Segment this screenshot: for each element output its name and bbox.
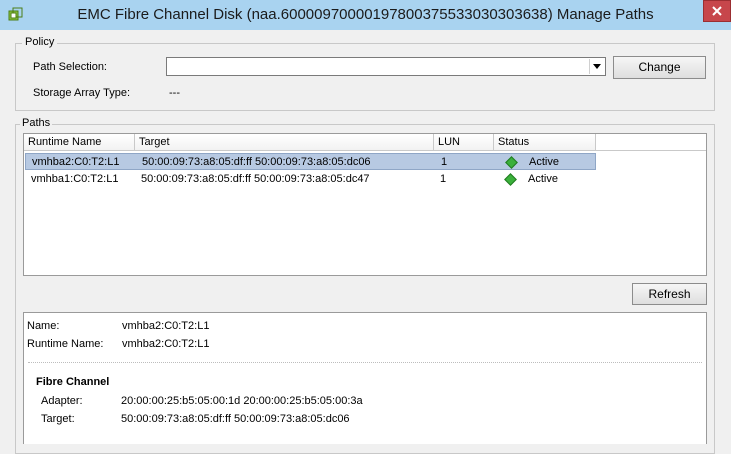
row-runtime-name: vmhba1:C0:T2:L1	[31, 173, 119, 185]
row-target: 50:00:09:73:a8:05:df:ff 50:00:09:73:a8:0…	[141, 173, 370, 185]
adapter-value: 20:00:00:25:b5:05:00:1d 20:00:00:25:b5:0…	[121, 395, 363, 407]
storage-array-type-label: Storage Array Type:	[33, 87, 131, 99]
title-bar: EMC Fibre Channel Disk (naa.600009700001…	[0, 0, 731, 30]
dropdown-arrow-icon[interactable]	[589, 59, 604, 74]
column-header-status[interactable]: Status	[494, 134, 596, 150]
row-status: Active	[528, 173, 558, 185]
close-icon[interactable]	[703, 0, 731, 22]
column-header-runtime-name[interactable]: Runtime Name	[24, 134, 135, 150]
target-label: Target:	[41, 413, 75, 425]
storage-array-type-value: ---	[169, 87, 180, 99]
path-selection-dropdown[interactable]	[166, 57, 606, 76]
fibre-channel-heading: Fibre Channel	[36, 376, 110, 388]
name-label: Name:	[27, 320, 60, 332]
target-value: 50:00:09:73:a8:05:df:ff 50:00:09:73:a8:0…	[121, 413, 350, 425]
path-selection-label: Path Selection:	[33, 61, 107, 73]
table-row[interactable]: vmhba2:C0:T2:L1 50:00:09:73:a8:05:df:ff …	[25, 153, 596, 170]
row-lun: 1	[441, 156, 448, 168]
row-status: Active	[529, 156, 559, 168]
row-runtime-name: vmhba2:C0:T2:L1	[32, 156, 120, 168]
path-details-panel: Name: vmhba2:C0:T2:L1 Runtime Name: vmhb…	[23, 312, 707, 444]
window-title: EMC Fibre Channel Disk (naa.600009700001…	[77, 6, 654, 23]
active-status-icon	[505, 156, 518, 169]
runtime-name-label: Runtime Name:	[27, 338, 104, 350]
policy-group	[15, 43, 715, 111]
paths-table[interactable]: Runtime Name Target LUN Status vmhba2:C0…	[23, 133, 707, 276]
row-lun: 1	[440, 173, 447, 185]
policy-group-label: Policy	[22, 36, 58, 48]
runtime-name-value: vmhba2:C0:T2:L1	[122, 338, 210, 350]
active-status-icon	[504, 173, 517, 186]
column-header-lun[interactable]: LUN	[434, 134, 494, 150]
table-row[interactable]: vmhba1:C0:T2:L1 50:00:09:73:a8:05:df:ff …	[25, 171, 596, 188]
refresh-button[interactable]: Refresh	[632, 283, 707, 305]
paths-group-label: Paths	[20, 117, 53, 129]
name-value: vmhba2:C0:T2:L1	[122, 320, 210, 332]
row-target: 50:00:09:73:a8:05:df:ff 50:00:09:73:a8:0…	[142, 156, 371, 168]
adapter-label: Adapter:	[41, 395, 83, 407]
details-divider	[28, 362, 702, 363]
change-button[interactable]: Change	[613, 56, 706, 79]
table-header: Runtime Name Target LUN Status	[24, 134, 706, 151]
column-header-target[interactable]: Target	[135, 134, 434, 150]
